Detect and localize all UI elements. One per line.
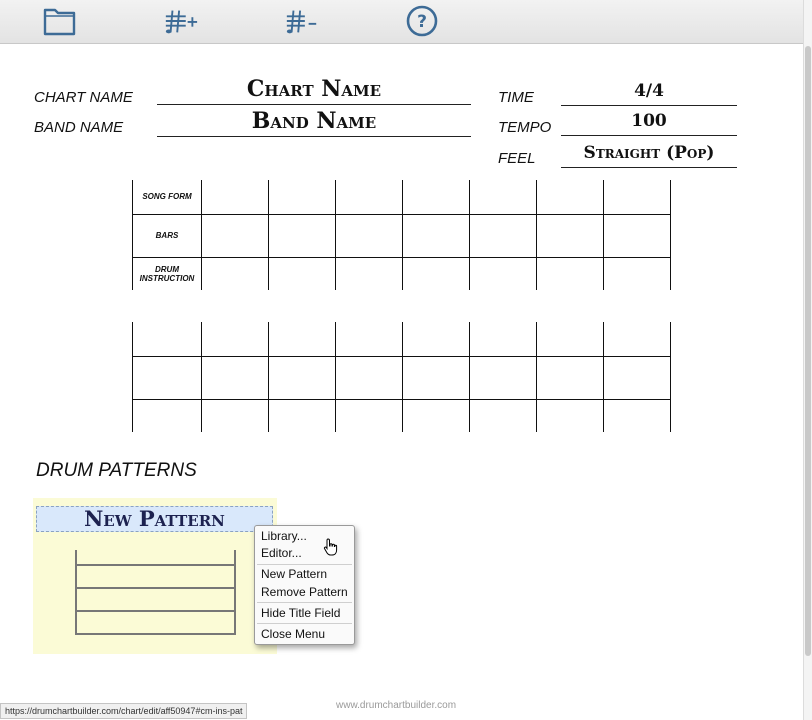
grid-cell[interactable] xyxy=(536,355,604,400)
grid-cell[interactable] xyxy=(469,355,537,400)
staff-line xyxy=(75,610,236,612)
menu-separator xyxy=(257,623,352,624)
menu-item-editor[interactable]: Editor... xyxy=(261,545,302,561)
grid-cell[interactable] xyxy=(335,355,403,400)
grid-cell[interactable] xyxy=(536,398,604,432)
footer-site-link[interactable]: www.drumchartbuilder.com xyxy=(336,700,456,711)
grid-cell[interactable] xyxy=(603,398,671,432)
feel-field[interactable]: Straight (Pop) xyxy=(561,140,737,168)
drum-instruction-label: DRUM INSTRUCTION xyxy=(132,256,202,290)
grid-cell[interactable] xyxy=(469,213,537,258)
song-form-label: SONG FORM xyxy=(132,180,202,215)
menu-item-new-pattern[interactable]: New Pattern xyxy=(261,566,327,582)
grid-cell[interactable] xyxy=(603,322,671,357)
grid-cell[interactable] xyxy=(268,256,336,290)
grid-cell[interactable] xyxy=(469,398,537,432)
grid-cell[interactable] xyxy=(469,322,537,357)
grid-cell[interactable] xyxy=(201,213,269,258)
feel-label: FEEL xyxy=(498,150,536,167)
open-folder-button[interactable] xyxy=(42,4,78,38)
grid-cell[interactable] xyxy=(536,180,604,215)
grid-cell[interactable] xyxy=(536,256,604,290)
chart-name-label: CHART NAME xyxy=(34,89,133,106)
staff-line xyxy=(75,633,236,635)
grid-cell[interactable] xyxy=(402,256,470,290)
drum-instruction-label-line2: INSTRUCTION xyxy=(139,273,195,283)
drum-instruction-label-line1: DRUM xyxy=(155,264,179,274)
time-field[interactable]: 4/4 xyxy=(561,78,737,106)
grid-cell[interactable] xyxy=(469,180,537,215)
tempo-label: TEMPO xyxy=(498,119,552,136)
grid-cell[interactable] xyxy=(603,355,671,400)
grid-cell[interactable] xyxy=(402,180,470,215)
staff-barline xyxy=(75,550,77,634)
grid-cell[interactable] xyxy=(402,355,470,400)
menu-separator xyxy=(257,602,352,603)
time-label: TIME xyxy=(498,89,534,106)
drum-patterns-heading: DRUM PATTERNS xyxy=(36,460,197,481)
pattern-staff[interactable] xyxy=(75,550,236,635)
grid-cell[interactable] xyxy=(268,180,336,215)
add-row-icon xyxy=(165,10,198,34)
grid-cell[interactable] xyxy=(335,180,403,215)
toolbar: ? xyxy=(0,0,808,44)
grid-cell[interactable] xyxy=(132,355,202,400)
menu-separator xyxy=(257,564,352,565)
grid-cell[interactable] xyxy=(603,256,671,290)
tempo-field[interactable]: 100 xyxy=(561,108,737,136)
bars-label: BARS xyxy=(132,213,202,258)
help-button[interactable]: ? xyxy=(404,4,440,38)
staff-line xyxy=(75,587,236,589)
help-icon: ? xyxy=(406,5,438,37)
menu-item-hide-title[interactable]: Hide Title Field xyxy=(261,605,340,621)
context-menu: Library... Editor... New Pattern Remove … xyxy=(254,525,355,645)
status-bar-url: https://drumchartbuilder.com/chart/edit/… xyxy=(0,703,248,719)
grid-cell[interactable] xyxy=(201,355,269,400)
staff-line xyxy=(75,564,236,566)
staff-barline xyxy=(234,550,236,634)
grid-cell[interactable] xyxy=(335,256,403,290)
grid-cell[interactable] xyxy=(536,213,604,258)
grid-cell[interactable] xyxy=(132,398,202,432)
band-name-field[interactable]: Band Name xyxy=(157,106,471,137)
menu-item-remove-pattern[interactable]: Remove Pattern xyxy=(261,584,348,600)
grid-cell[interactable] xyxy=(268,355,336,400)
menu-item-library[interactable]: Library... xyxy=(261,528,307,544)
chart-grid-top: SONG FORM BARS DRUM INSTRUCTION xyxy=(132,180,671,290)
menu-item-close-menu[interactable]: Close Menu xyxy=(261,626,325,642)
grid-cell[interactable] xyxy=(268,322,336,357)
grid-cell[interactable] xyxy=(268,213,336,258)
grid-cell[interactable] xyxy=(201,180,269,215)
grid-cell[interactable] xyxy=(536,322,604,357)
grid-cell[interactable] xyxy=(268,398,336,432)
remove-row-button[interactable] xyxy=(284,4,320,38)
grid-cell[interactable] xyxy=(402,398,470,432)
remove-row-icon xyxy=(286,10,317,34)
grid-cell[interactable] xyxy=(469,256,537,290)
grid-cell[interactable] xyxy=(201,398,269,432)
add-row-button[interactable] xyxy=(163,4,199,38)
grid-cell[interactable] xyxy=(402,213,470,258)
pattern-title-field[interactable]: New Pattern xyxy=(36,506,273,532)
grid-cell[interactable] xyxy=(132,322,202,357)
grid-cell[interactable] xyxy=(335,213,403,258)
band-name-label: BAND NAME xyxy=(34,119,124,136)
pattern-card[interactable]: New Pattern xyxy=(33,498,277,654)
folder-icon xyxy=(43,8,76,36)
svg-text:?: ? xyxy=(417,12,427,32)
grid-cell[interactable] xyxy=(335,322,403,357)
grid-cell[interactable] xyxy=(603,213,671,258)
scrollbar-thumb[interactable] xyxy=(805,46,811,656)
vertical-scrollbar[interactable] xyxy=(803,0,812,720)
grid-cell[interactable] xyxy=(201,322,269,357)
grid-cell[interactable] xyxy=(603,180,671,215)
grid-cell[interactable] xyxy=(201,256,269,290)
hand-cursor-icon xyxy=(323,538,338,556)
chart-name-field[interactable]: Chart Name xyxy=(157,74,471,105)
grid-cell[interactable] xyxy=(335,398,403,432)
chart-grid-bottom xyxy=(132,322,671,432)
grid-cell[interactable] xyxy=(402,322,470,357)
